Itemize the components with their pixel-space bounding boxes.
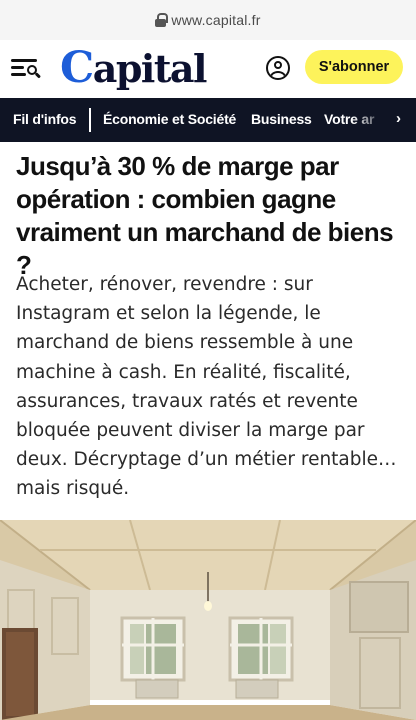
menu-search-icon[interactable] <box>11 56 42 80</box>
subscribe-button[interactable]: S'abonner <box>305 50 403 84</box>
chevron-right-icon[interactable]: › <box>396 110 401 127</box>
site-header: Capital S'abonner <box>0 40 416 98</box>
browser-address-bar[interactable]: www.capital.fr <box>0 0 416 40</box>
lock-icon <box>155 13 169 27</box>
nav-fade <box>352 98 416 142</box>
url-text: www.capital.fr <box>171 12 261 28</box>
nav-divider <box>89 108 91 132</box>
capital-logo[interactable]: Capital <box>60 46 208 91</box>
nav-item-business[interactable]: Business <box>251 111 312 127</box>
article-hero-image <box>0 520 416 720</box>
logo-rest: apital <box>92 46 208 91</box>
account-icon[interactable] <box>266 56 290 80</box>
article-headline: Jusqu’à 30 % de marge par opération : co… <box>16 151 394 280</box>
nav-item-economie-societe[interactable]: Économie et Société <box>103 111 236 127</box>
nav-item-fil-dinfos[interactable]: Fil d'infos <box>13 111 77 127</box>
category-nav: Fil d'infos Économie et Société Business… <box>0 98 416 142</box>
article-lede: Acheter, rénover, revendre : sur Instagr… <box>16 274 397 500</box>
